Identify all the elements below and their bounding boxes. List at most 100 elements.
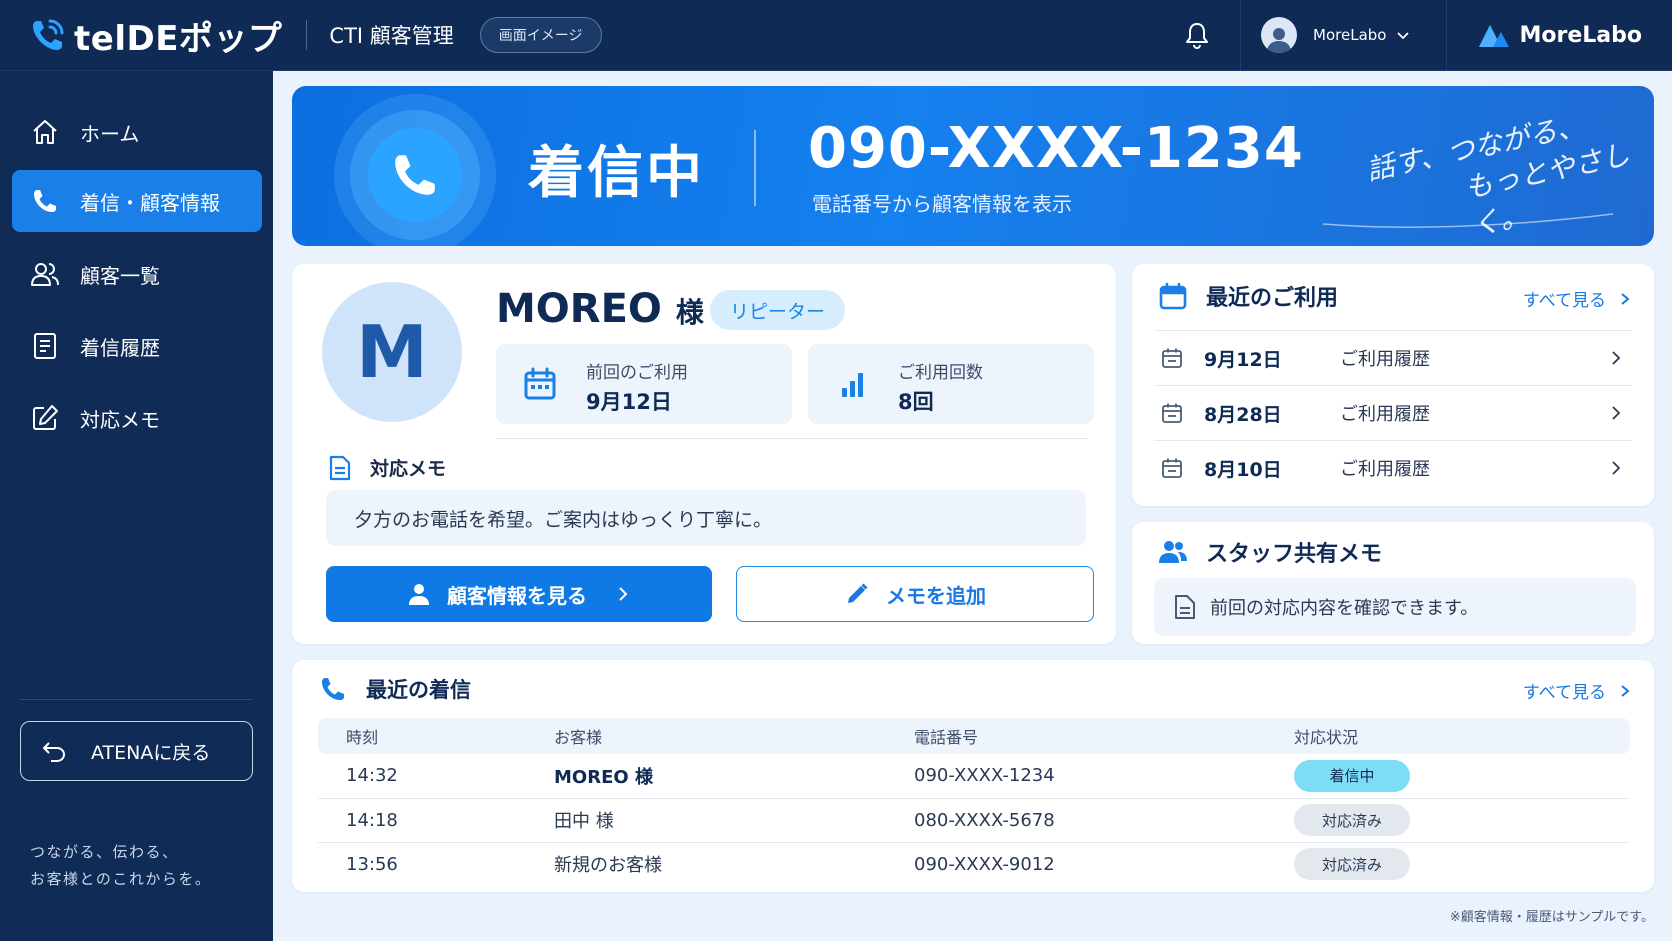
- usage-date: 8月28日: [1204, 403, 1282, 426]
- recent-calls-card: 最近の着信 すべて見る 時刻 お客様 電話番号 対応状況 14:32 MOREO…: [292, 660, 1654, 892]
- user-avatar-icon: [1261, 17, 1298, 53]
- sidebar-item-incoming[interactable]: 着信・顧客情報: [12, 170, 262, 232]
- decorative-swoosh: [1322, 213, 1614, 228]
- add-memo-label: メモを追加: [886, 583, 986, 608]
- incoming-call-banner: 着信中 090-XXXX-1234 電話番号から顧客情報を表示 話す、つながる、…: [292, 86, 1654, 246]
- last-use-value: 9月12日: [586, 390, 672, 414]
- recent-usage-title: 最近のご利用: [1206, 286, 1339, 311]
- sidebar-item-memo[interactable]: 対応メモ: [12, 387, 262, 449]
- table-row[interactable]: 13:56 新規のお客様 090-XXXX-9012 対応済み: [318, 842, 1630, 886]
- mode-pill: 画面イメージ: [479, 17, 602, 53]
- users-icon: [31, 263, 59, 286]
- table-row[interactable]: 14:32 MOREO 様 090-XXXX-1234 着信中: [318, 754, 1630, 799]
- recent-usage-row[interactable]: 8月28日 ご利用履歴: [1154, 385, 1632, 440]
- back-button-label: ATENAに戻る: [91, 741, 211, 764]
- column-header: 対応状況: [1294, 718, 1630, 754]
- usage-count-label: ご利用回数: [898, 363, 983, 383]
- sidebar-item-label: 対応メモ: [80, 407, 160, 432]
- call-time: 13:56: [346, 853, 398, 875]
- column-header: 電話番号: [914, 718, 1294, 754]
- recent-calls-see-all[interactable]: すべて見る: [1523, 678, 1632, 703]
- add-memo-button[interactable]: メモを追加: [736, 566, 1094, 622]
- call-customer: 新規のお客様: [554, 855, 662, 877]
- chevron-right-icon: [1612, 351, 1621, 365]
- staff-memo-heading: スタッフ共有メモ: [1158, 536, 1382, 568]
- call-phone: 090-XXXX-1234: [914, 754, 1294, 799]
- recent-usage-row[interactable]: 8月10日 ご利用履歴: [1154, 440, 1632, 495]
- call-status-cell: 着信中: [1294, 754, 1630, 799]
- customer-card: M MOREO 様 リピーター 前回のご利用 9月12日 ご利用回数 8回 対応…: [292, 264, 1116, 644]
- document-icon: [1175, 595, 1195, 619]
- app-logo[interactable]: telDEポップ: [28, 11, 282, 60]
- phone-logo-icon: [33, 19, 64, 50]
- caller-phone-number: 090-XXXX-1234: [808, 116, 1304, 181]
- recent-usage-card: 最近のご利用 すべて見る 9月12日 ご利用履歴 8月28日 ご利用履歴 8月1…: [1132, 264, 1654, 506]
- usage-kind: ご利用履歴: [1340, 404, 1430, 425]
- calendar-small-icon: [1162, 403, 1182, 423]
- calendar-small-icon: [1162, 458, 1182, 478]
- see-all-label: すべて見る: [1522, 291, 1606, 311]
- user-menu[interactable]: MoreLabo: [1241, 17, 1446, 53]
- chevron-right-icon: [1621, 292, 1630, 305]
- call-time: 14:32: [318, 754, 554, 799]
- recent-usage-row[interactable]: 9月12日 ご利用履歴: [1154, 330, 1632, 385]
- call-customer: 田中 様: [554, 798, 914, 843]
- usage-date: 8月10日: [1204, 458, 1282, 481]
- sidebar-item-history[interactable]: 着信履歴: [12, 315, 262, 377]
- phone-icon: [395, 155, 435, 195]
- banner-subtitle: 電話番号から顧客情報を表示: [812, 192, 1072, 216]
- view-customer-button[interactable]: 顧客情報を見る: [326, 566, 712, 622]
- divider: [20, 699, 252, 700]
- divider: [496, 438, 1088, 439]
- user-name: MoreLabo: [1313, 26, 1387, 44]
- document-icon: [34, 333, 56, 359]
- person-icon: [409, 584, 429, 605]
- recent-calls-title: 最近の着信: [366, 678, 471, 702]
- column-header: 時刻: [318, 718, 554, 754]
- top-bar: telDEポップ CTI 顧客管理 画面イメージ MoreLabo MoreLa…: [0, 0, 1672, 71]
- brand-mountain-icon: [1479, 25, 1510, 47]
- recent-usage-heading: 最近のご利用: [1158, 280, 1338, 312]
- call-phone: 080-XXXX-5678: [914, 798, 1294, 843]
- divider: [306, 20, 308, 50]
- brand-logo: MoreLabo: [1447, 21, 1672, 49]
- phone-icon: [34, 190, 56, 212]
- brand-name: MoreLabo: [1519, 22, 1642, 48]
- usage-kind: ご利用履歴: [1340, 459, 1430, 480]
- recent-calls-table: 時刻 お客様 電話番号 対応状況 14:32 MOREO 様 090-XXXX-…: [318, 718, 1630, 886]
- customer-name: MOREO 様: [496, 286, 704, 332]
- table-row[interactable]: 14:18 田中 様 080-XXXX-5678 対応済み: [318, 798, 1630, 843]
- table-header-row: 時刻 お客様 電話番号 対応状況: [318, 718, 1630, 754]
- back-to-atena-button[interactable]: ATENAに戻る: [20, 721, 253, 781]
- sidebar-item-customers[interactable]: 顧客一覧: [12, 243, 262, 305]
- bar-chart-icon: [842, 373, 863, 397]
- column-header: お客様: [554, 718, 914, 754]
- staff-memo-card: スタッフ共有メモ 前回の対応内容を確認できます。: [1132, 522, 1654, 644]
- see-all-label: すべて見る: [1522, 683, 1606, 703]
- sidebar-item-label: ホーム: [80, 121, 140, 146]
- sample-footnote: ※顧客情報・履歴はサンプルです。: [1449, 910, 1654, 925]
- usage-date: 9月12日: [1204, 348, 1282, 371]
- call-status: 着信中: [528, 141, 705, 206]
- chevron-down-icon: [1397, 32, 1410, 40]
- recent-usage-see-all[interactable]: すべて見る: [1523, 286, 1632, 311]
- usage-kind: ご利用履歴: [1340, 349, 1430, 370]
- staff-memo-box: 前回の対応内容を確認できます。: [1154, 578, 1636, 636]
- bell-icon[interactable]: [1182, 20, 1212, 50]
- chevron-right-icon: [1612, 406, 1621, 420]
- call-icon-circle: [368, 128, 462, 222]
- repeater-badge: リピーター: [710, 290, 846, 330]
- sidebar-item-label: 着信履歴: [80, 335, 160, 360]
- call-status-cell: 対応済み: [1294, 798, 1630, 843]
- recent-calls-heading: 最近の着信: [318, 674, 471, 704]
- usage-count-stat: ご利用回数 8回: [808, 344, 1094, 424]
- status-badge: 対応済み: [1294, 804, 1410, 836]
- call-customer: MOREO 様: [554, 754, 914, 799]
- memo-heading: 対応メモ: [328, 454, 446, 481]
- sidebar-item-home[interactable]: ホーム: [12, 101, 262, 163]
- status-badge: 着信中: [1294, 759, 1410, 792]
- call-status-cell: 対応済み: [1294, 842, 1630, 886]
- memo-title: 対応メモ: [370, 458, 447, 480]
- customer-name-text: MOREO: [496, 286, 662, 332]
- staff-memo-title: スタッフ共有メモ: [1206, 542, 1383, 567]
